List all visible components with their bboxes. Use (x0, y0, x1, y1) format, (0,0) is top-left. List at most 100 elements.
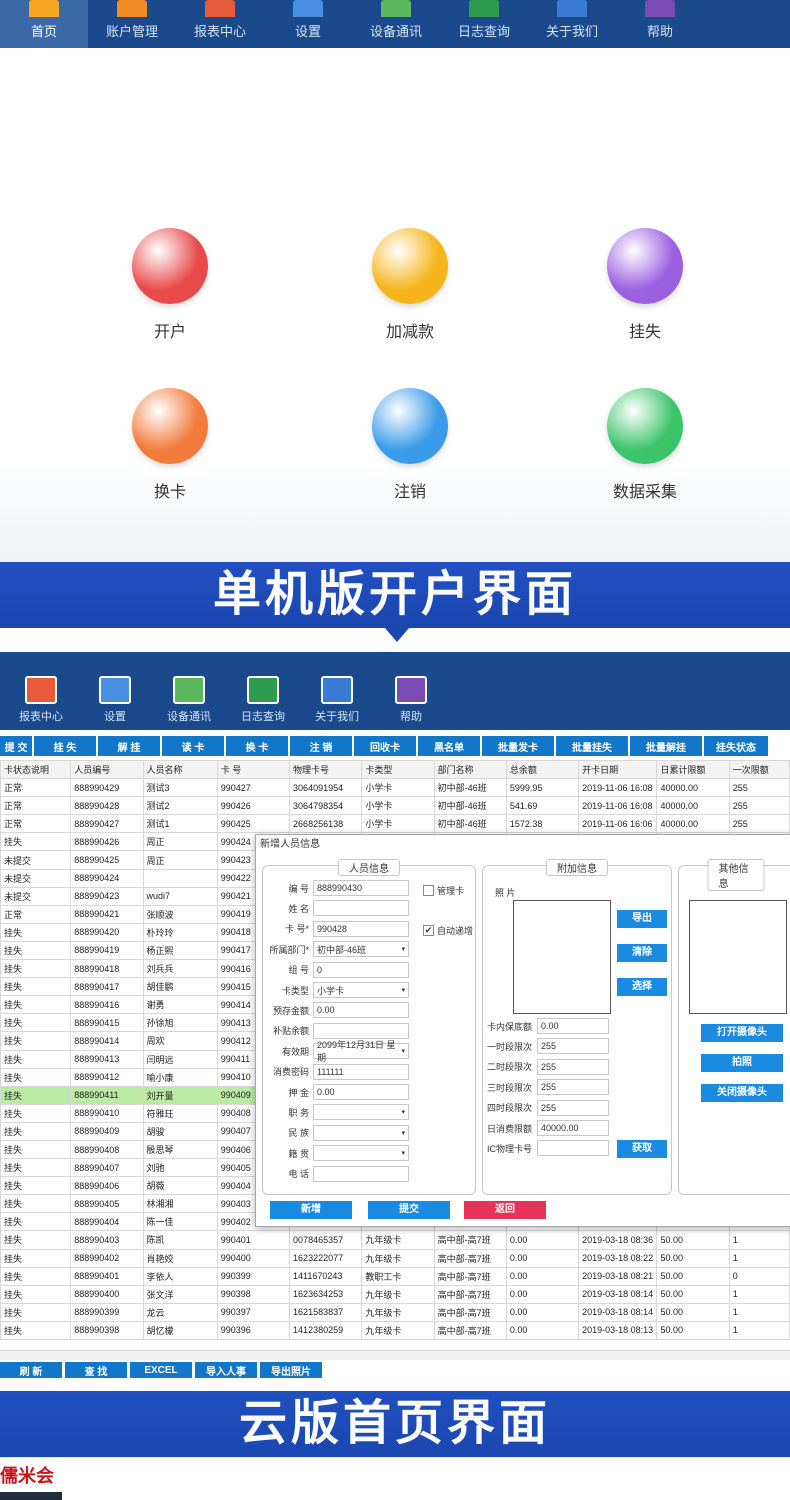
column-header[interactable]: 卡类型 (361, 759, 435, 780)
extra-field-input[interactable]: 255 (537, 1038, 609, 1055)
nav-item-4[interactable]: 设备通讯 (352, 0, 440, 48)
table-row[interactable]: 挂失 888990400 张文洋 990398 1623634253 九年级卡 高中部-高7… (0, 1284, 790, 1304)
toolbar-button-3[interactable]: 读 卡 (162, 736, 224, 756)
camera-button-1[interactable]: 拍照 (701, 1054, 783, 1072)
nav-item-7[interactable]: 帮助 (616, 0, 704, 48)
get-button[interactable]: 获取 (617, 1140, 667, 1158)
table-row[interactable]: 挂失 888990398 胡忆檬 990396 1412380259 九年级卡 高中部-高7… (0, 1320, 790, 1341)
dialog-action-1[interactable]: 提交 (368, 1201, 450, 1219)
home-tile-5[interactable]: 数据采集 (565, 388, 725, 502)
toolbar-button-1[interactable]: 挂 失 (34, 736, 96, 756)
person-field-input[interactable]: 0.00 (313, 1084, 409, 1100)
bottom-button-3[interactable]: 导入人事 (195, 1362, 257, 1378)
nav-item-1[interactable]: 账户管理 (88, 0, 176, 48)
nav-item-0[interactable]: 首页 (0, 0, 88, 48)
app-nav-item-3[interactable]: 日志查询 (226, 652, 300, 730)
table-row[interactable]: 挂失 888990402 肖艳姣 990400 1623222077 九年级卡 高中部-高7… (0, 1248, 790, 1268)
toolbar-button-8[interactable]: 批量发卡 (482, 736, 554, 756)
extra-field-input[interactable]: 255 (537, 1058, 609, 1075)
toolbar-button-0[interactable]: 提 交 (0, 736, 32, 756)
table-row[interactable]: 正常 888990427 测试1 990425 2668256138 小学卡 初中部-46班… (0, 814, 790, 834)
table-cell: 测试3 (142, 778, 218, 798)
nav-item-2[interactable]: 报表中心 (176, 0, 264, 48)
table-cell: 888990415 (70, 1013, 144, 1033)
app-nav-item-2[interactable]: 设备通讯 (152, 652, 226, 730)
dialog-action-0[interactable]: 新增 (270, 1201, 352, 1219)
home-tile-4[interactable]: 注销 (330, 388, 490, 502)
photo-button-0[interactable]: 导出 (617, 910, 667, 928)
column-header[interactable]: 总余额 (505, 759, 580, 780)
admin-card-checkbox[interactable]: 管理卡 (423, 884, 464, 897)
home-tile-1[interactable]: 加减款 (330, 228, 490, 342)
column-header[interactable]: 开卡日期 (578, 759, 658, 780)
auto-increment-check[interactable]: ✔ (423, 925, 434, 936)
extra-field-input[interactable]: 255 (537, 1099, 609, 1116)
person-field-input[interactable]: 0 (313, 961, 409, 978)
extra-field-input[interactable]: 255 (537, 1079, 609, 1096)
toolbar-button-9[interactable]: 批量挂失 (556, 736, 628, 756)
column-header[interactable]: 物理卡号 (289, 759, 363, 780)
extra-field-input[interactable] (537, 1140, 609, 1157)
toolbar-button-11[interactable]: 挂失状态 (704, 736, 768, 756)
camera-button-0[interactable]: 打开摄像头 (701, 1024, 783, 1042)
toolbar-button-4[interactable]: 换 卡 (226, 736, 288, 756)
home-tile-3[interactable]: 换卡 (90, 388, 250, 502)
bottom-button-4[interactable]: 导出照片 (260, 1362, 322, 1378)
nav-item-5[interactable]: 日志查询 (440, 0, 528, 48)
app-nav-item-5[interactable]: 帮助 (374, 652, 448, 730)
home-tile-2[interactable]: 挂失 (565, 228, 725, 342)
person-field-input[interactable] (313, 1022, 409, 1039)
extra-field-input[interactable]: 0.00 (537, 1018, 609, 1034)
column-header[interactable]: 人员编号 (70, 759, 144, 780)
table-row[interactable]: 正常 888990428 测试2 990426 3064798354 小学卡 初中部-46班… (0, 796, 790, 816)
person-field-input[interactable]: 小学卡 ▾ (313, 982, 409, 998)
column-header[interactable]: 一次限额 (728, 759, 790, 780)
table-cell: 888990413 (70, 1049, 144, 1069)
person-field-input[interactable]: ▾ (313, 1104, 409, 1121)
app-nav-item-1[interactable]: 设置 (78, 652, 152, 730)
nav-item-6[interactable]: 关于我们 (528, 0, 616, 48)
person-field-input[interactable]: 888990430 (313, 880, 409, 896)
admin-card-check[interactable] (423, 885, 434, 896)
bottom-button-1[interactable]: 查 找 (65, 1362, 127, 1378)
toolbar-button-7[interactable]: 黑名单 (418, 736, 480, 756)
camera-button-2[interactable]: 关闭摄像头 (701, 1084, 783, 1102)
person-field-input[interactable]: 0.00 (313, 1002, 409, 1019)
person-field-input[interactable] (313, 900, 409, 917)
app-nav-item-0[interactable]: 报表中心 (4, 652, 78, 730)
person-field-input[interactable]: 111111 (313, 1063, 409, 1080)
app-nav-item-4[interactable]: 关于我们 (300, 652, 374, 730)
photo-button-1[interactable]: 清除 (617, 944, 667, 962)
horizontal-scrollbar[interactable] (0, 1350, 790, 1360)
person-field-input[interactable]: ▾ (313, 1145, 409, 1162)
table-row[interactable]: 正常 888990429 测试3 990427 3064091954 小学卡 初中部-46班… (0, 778, 790, 798)
app-nav-icon (395, 676, 427, 704)
person-field-input[interactable]: 初中部-46班 ▾ (313, 941, 409, 958)
dialog-action-2[interactable]: 返回 (464, 1201, 546, 1219)
table-cell: 990425 (216, 814, 291, 834)
toolbar-button-5[interactable]: 注 销 (290, 736, 352, 756)
home-tile-0[interactable]: 开户 (90, 228, 250, 342)
toolbar-button-6[interactable]: 回收卡 (354, 736, 416, 756)
device-icon (381, 0, 411, 17)
person-field-input[interactable]: ▾ (313, 1124, 409, 1141)
column-header[interactable]: 卡状态说明 (0, 759, 72, 780)
column-header[interactable]: 人员名称 (142, 759, 218, 780)
auto-increment-checkbox[interactable]: ✔ 自动递增 (423, 924, 473, 937)
nav-item-3[interactable]: 设置 (264, 0, 352, 48)
column-header[interactable]: 部门名称 (433, 759, 507, 780)
table-row[interactable]: 挂失 888990403 陈凯 990401 0078465357 九年级卡 高中部-高7班… (0, 1230, 790, 1250)
photo-button-2[interactable]: 选择 (617, 978, 667, 996)
toolbar-button-2[interactable]: 解 挂 (98, 736, 160, 756)
table-row[interactable]: 挂失 888990401 李依人 990399 1411670243 教职工卡 高中部-高7… (0, 1266, 790, 1286)
column-header[interactable]: 卡 号 (216, 759, 291, 780)
person-field-input[interactable] (313, 1165, 409, 1182)
toolbar-button-10[interactable]: 批量解挂 (630, 736, 702, 756)
bottom-button-2[interactable]: EXCEL (130, 1362, 192, 1378)
person-field-input[interactable]: 2099年12月31日 星期 ▾ (313, 1040, 409, 1063)
column-header[interactable]: 日累计限额 (656, 759, 730, 780)
person-field-input[interactable]: 990428 (313, 920, 409, 937)
extra-field-input[interactable]: 40000.00 (537, 1120, 609, 1136)
bottom-button-0[interactable]: 刷 新 (0, 1362, 62, 1378)
table-row[interactable]: 挂失 888990399 龙云 990397 1621583837 九年级卡 高中部-高7班… (0, 1302, 790, 1322)
